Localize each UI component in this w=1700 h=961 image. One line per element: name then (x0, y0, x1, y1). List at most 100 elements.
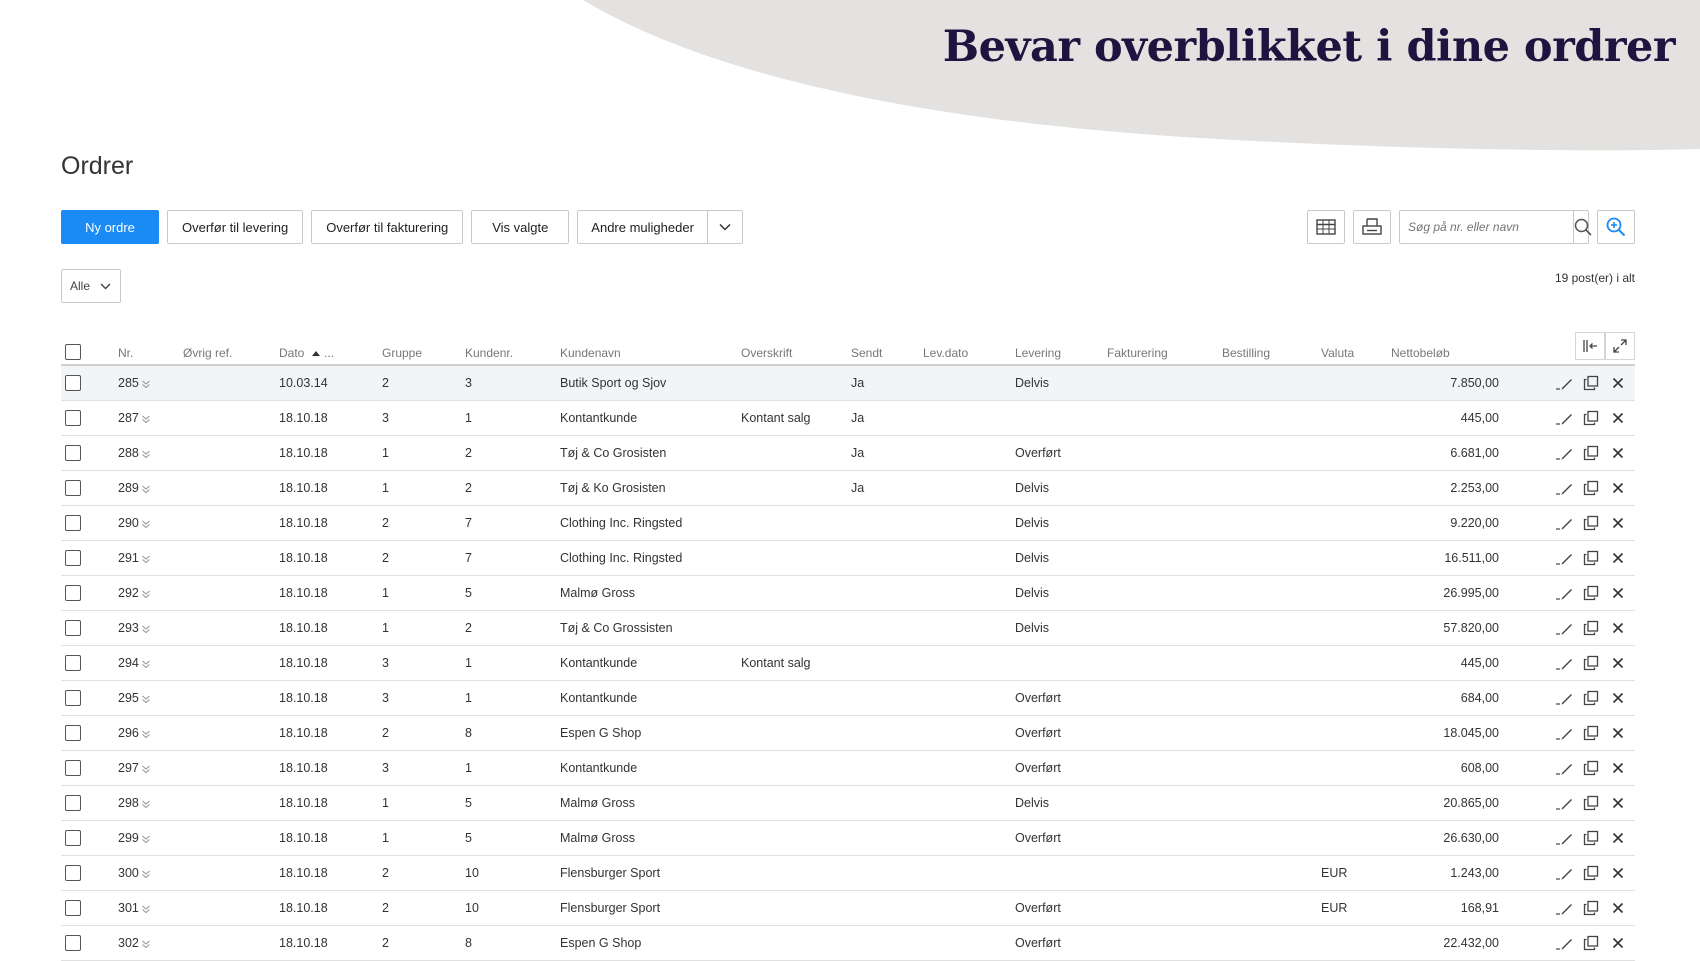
table-row[interactable]: 285 10.03.14 2 3 Butik Sport og Sjov Ja Delvis… (61, 365, 1635, 401)
copy-button[interactable] (1582, 619, 1600, 637)
delete-button[interactable] (1609, 689, 1627, 707)
edit-button[interactable] (1555, 759, 1573, 777)
order-number[interactable]: 294 (118, 656, 139, 670)
expand-row-icon[interactable] (141, 729, 151, 739)
col-customer-name[interactable]: Kundenavn (560, 330, 741, 366)
more-options-dropdown[interactable] (706, 211, 742, 243)
select-all-checkbox[interactable] (65, 344, 81, 360)
copy-button[interactable] (1582, 514, 1600, 532)
row-checkbox[interactable] (65, 795, 81, 811)
table-row[interactable]: 293 18.10.18 1 2 Tøj & Co Grossisten Delvis 57… (61, 610, 1635, 646)
order-number[interactable]: 291 (118, 551, 139, 565)
table-row[interactable]: 289 18.10.18 1 2 Tøj & Ko Grosisten Ja Delvis 2… (61, 470, 1635, 506)
delete-button[interactable] (1609, 584, 1627, 602)
order-number[interactable]: 292 (118, 586, 139, 600)
filter-dropdown[interactable]: Alle (61, 269, 121, 303)
expand-row-icon[interactable] (141, 484, 151, 494)
copy-button[interactable] (1582, 759, 1600, 777)
more-options-button[interactable]: Andre muligheder (578, 211, 707, 243)
show-selected-button[interactable]: Vis valgte (471, 210, 570, 244)
table-row[interactable]: 290 18.10.18 2 7 Clothing Inc. Ringsted Delvi… (61, 505, 1635, 541)
edit-button[interactable] (1555, 794, 1573, 812)
row-checkbox[interactable] (65, 760, 81, 776)
edit-button[interactable] (1555, 479, 1573, 497)
row-checkbox[interactable] (65, 480, 81, 496)
delete-button[interactable] (1609, 409, 1627, 427)
order-number[interactable]: 293 (118, 621, 139, 635)
order-number[interactable]: 298 (118, 796, 139, 810)
expand-row-icon[interactable] (141, 624, 151, 634)
row-checkbox[interactable] (65, 445, 81, 461)
copy-button[interactable] (1582, 654, 1600, 672)
table-row[interactable]: 294 18.10.18 3 1 Kontantkunde Kontant salg 445… (61, 645, 1635, 681)
copy-button[interactable] (1582, 864, 1600, 882)
expand-row-icon[interactable] (141, 589, 151, 599)
row-checkbox[interactable] (65, 655, 81, 671)
order-number[interactable]: 297 (118, 761, 139, 775)
edit-button[interactable] (1555, 724, 1573, 742)
delete-button[interactable] (1609, 864, 1627, 882)
row-checkbox[interactable] (65, 935, 81, 951)
delete-button[interactable] (1609, 514, 1627, 532)
edit-button[interactable] (1555, 409, 1573, 427)
expand-row-icon[interactable] (141, 939, 151, 949)
search-button[interactable] (1573, 211, 1592, 243)
order-number[interactable]: 287 (118, 411, 139, 425)
copy-button[interactable] (1582, 934, 1600, 952)
transfer-to-delivery-button[interactable]: Overfør til levering (167, 210, 304, 244)
table-row[interactable]: 291 18.10.18 2 7 Clothing Inc. Ringsted Delvi… (61, 540, 1635, 576)
column-layout-button[interactable] (1307, 210, 1345, 244)
table-row[interactable]: 300 18.10.18 2 10 Flensburger Sport EUR 1.243,… (61, 855, 1635, 891)
col-nr[interactable]: Nr. (118, 330, 183, 366)
delete-button[interactable] (1609, 549, 1627, 567)
copy-button[interactable] (1582, 584, 1600, 602)
edit-button[interactable] (1555, 584, 1573, 602)
col-group[interactable]: Gruppe (382, 330, 465, 366)
delete-button[interactable] (1609, 619, 1627, 637)
order-number[interactable]: 290 (118, 516, 139, 530)
order-number[interactable]: 285 (118, 376, 139, 390)
expand-row-icon[interactable] (141, 799, 151, 809)
col-net[interactable]: Nettobeløb (1391, 330, 1499, 366)
expand-row-icon[interactable] (141, 449, 151, 459)
edit-button[interactable] (1555, 514, 1573, 532)
copy-button[interactable] (1582, 724, 1600, 742)
table-row[interactable]: 302 18.10.18 2 8 Espen G Shop Overført 22.432,… (61, 925, 1635, 961)
edit-button[interactable] (1555, 654, 1573, 672)
table-row[interactable]: 298 18.10.18 1 5 Malmø Gross Delvis 20.865,00 (61, 785, 1635, 821)
table-row[interactable]: 296 18.10.18 2 8 Espen G Shop Overført 18.045,… (61, 715, 1635, 751)
edit-button[interactable] (1555, 829, 1573, 847)
table-row[interactable]: 295 18.10.18 3 1 Kontantkunde Overført 684,00 (61, 680, 1635, 716)
expand-row-icon[interactable] (141, 834, 151, 844)
delete-button[interactable] (1609, 829, 1627, 847)
expand-row-icon[interactable] (141, 694, 151, 704)
copy-button[interactable] (1582, 549, 1600, 567)
order-number[interactable]: 289 (118, 481, 139, 495)
table-row[interactable]: 288 18.10.18 1 2 Tøj & Co Grosisten Ja Overfør… (61, 435, 1635, 471)
col-delivery-date[interactable]: Lev.dato (923, 330, 1015, 366)
copy-button[interactable] (1582, 794, 1600, 812)
delete-button[interactable] (1609, 374, 1627, 392)
col-customer-no[interactable]: Kundenr. (465, 330, 560, 366)
copy-button[interactable] (1582, 409, 1600, 427)
order-number[interactable]: 302 (118, 936, 139, 950)
copy-button[interactable] (1582, 479, 1600, 497)
transfer-to-invoicing-button[interactable]: Overfør til fakturering (311, 210, 464, 244)
row-checkbox[interactable] (65, 550, 81, 566)
order-number[interactable]: 299 (118, 831, 139, 845)
copy-button[interactable] (1582, 829, 1600, 847)
delete-button[interactable] (1609, 794, 1627, 812)
edit-button[interactable] (1555, 864, 1573, 882)
delete-button[interactable] (1609, 724, 1627, 742)
row-checkbox[interactable] (65, 900, 81, 916)
row-checkbox[interactable] (65, 690, 81, 706)
copy-button[interactable] (1582, 899, 1600, 917)
collapse-columns-button[interactable] (1575, 332, 1605, 360)
expand-table-button[interactable] (1605, 332, 1635, 360)
expand-row-icon[interactable] (141, 869, 151, 879)
table-row[interactable]: 292 18.10.18 1 5 Malmø Gross Delvis 26.995,00 (61, 575, 1635, 611)
order-number[interactable]: 296 (118, 726, 139, 740)
expand-row-icon[interactable] (141, 659, 151, 669)
row-checkbox[interactable] (65, 410, 81, 426)
row-checkbox[interactable] (65, 725, 81, 741)
